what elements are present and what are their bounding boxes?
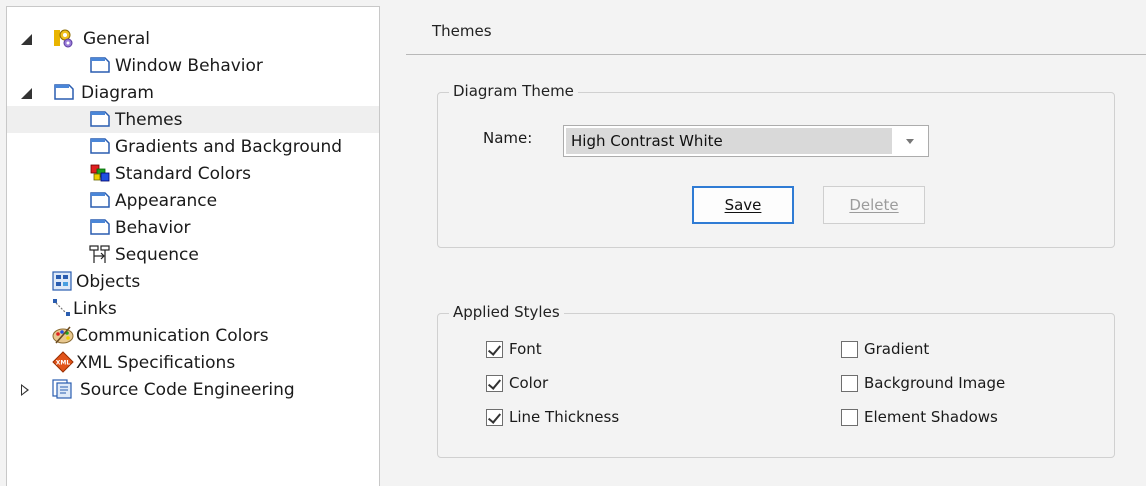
- line-thickness-checkbox-row[interactable]: Line Thickness: [486, 408, 619, 426]
- tree-item-label: Behavior: [115, 217, 191, 238]
- sequence-icon: [89, 244, 111, 263]
- tree-item-label: Source Code Engineering: [80, 379, 295, 400]
- element-shadows-checkbox[interactable]: [841, 408, 858, 426]
- line-thickness-checkbox[interactable]: [486, 408, 503, 426]
- links-icon: [52, 298, 74, 316]
- line-thickness-checkbox-label: Line Thickness: [509, 408, 620, 426]
- applied-styles-legend: Applied Styles: [449, 303, 564, 321]
- delete-button-label: Delete: [849, 196, 899, 214]
- tree-item-label: Links: [73, 298, 117, 319]
- tree-item-standard-colors[interactable]: Standard Colors: [7, 160, 379, 187]
- general-gears-icon: [52, 28, 74, 48]
- chevron-down-icon[interactable]: [906, 139, 914, 144]
- tree-item-label: Sequence: [115, 244, 199, 265]
- tree-item-label: Communication Colors: [76, 325, 269, 346]
- page-title: Themes: [432, 22, 492, 40]
- color-checkbox[interactable]: [486, 374, 503, 392]
- collapse-arrow-icon[interactable]: [21, 88, 32, 99]
- collapse-arrow-icon[interactable]: [21, 34, 32, 45]
- tree-item-label: Standard Colors: [115, 163, 251, 184]
- theme-name-selected-value: High Contrast White: [566, 128, 892, 154]
- expand-arrow-icon[interactable]: [21, 384, 29, 396]
- font-checkbox-row[interactable]: Font: [486, 340, 542, 358]
- color-squares-icon: [89, 163, 111, 182]
- tree-item-label: XML Specifications: [76, 352, 236, 373]
- page-icon: [89, 56, 111, 74]
- title-divider: [406, 54, 1146, 55]
- tree-item-source-code-engineering[interactable]: Source Code Engineering: [7, 376, 379, 403]
- page-icon: [53, 83, 75, 101]
- tree-item-communication-colors[interactable]: Communication Colors: [7, 322, 379, 349]
- theme-name-label: Name:: [483, 129, 533, 147]
- tree-item-label: General: [83, 28, 150, 49]
- tree-item-themes[interactable]: Themes: [7, 106, 379, 133]
- palette-icon: [52, 325, 74, 344]
- svg-text:XML: XML: [56, 360, 71, 367]
- color-checkbox-label: Color: [509, 374, 549, 392]
- tree-item-gradients-and-background[interactable]: Gradients and Background: [7, 133, 379, 160]
- xml-icon: XML: [52, 351, 74, 373]
- page-icon: [89, 110, 111, 128]
- tree-item-appearance[interactable]: Appearance: [7, 187, 379, 214]
- color-checkbox-row[interactable]: Color: [486, 374, 548, 392]
- background-image-checkbox-label: Background Image: [864, 374, 1006, 392]
- delete-button[interactable]: Delete: [823, 186, 925, 224]
- tree-item-objects[interactable]: Objects: [7, 268, 379, 295]
- source-code-icon: [52, 379, 74, 399]
- gradient-checkbox-row[interactable]: Gradient: [841, 340, 929, 358]
- background-image-checkbox[interactable]: [841, 374, 858, 392]
- tree-item-window-behavior[interactable]: Window Behavior: [7, 52, 379, 79]
- page-icon: [89, 191, 111, 209]
- background-image-checkbox-row[interactable]: Background Image: [841, 374, 1005, 392]
- tree-item-label: Objects: [76, 271, 141, 292]
- font-checkbox-label: Font: [509, 340, 542, 358]
- objects-icon: [52, 271, 74, 291]
- tree-item-sequence[interactable]: Sequence: [7, 241, 379, 268]
- tree-item-behavior[interactable]: Behavior: [7, 214, 379, 241]
- save-button[interactable]: Save: [692, 186, 794, 224]
- diagram-theme-group: [437, 92, 1115, 248]
- tree-item-label: Gradients and Background: [115, 136, 343, 157]
- diagram-theme-legend: Diagram Theme: [449, 82, 578, 100]
- font-checkbox[interactable]: [486, 340, 503, 358]
- element-shadows-checkbox-row[interactable]: Element Shadows: [841, 408, 998, 426]
- page-icon: [89, 137, 111, 155]
- tree-item-label: Appearance: [115, 190, 218, 211]
- tree-item-general[interactable]: General: [7, 25, 379, 52]
- gradient-checkbox[interactable]: [841, 340, 858, 358]
- save-button-label: Save: [724, 196, 762, 214]
- gradient-checkbox-label: Gradient: [864, 340, 930, 358]
- element-shadows-checkbox-label: Element Shadows: [864, 408, 998, 426]
- theme-name-dropdown[interactable]: High Contrast White: [563, 125, 929, 157]
- tree-item-diagram[interactable]: Diagram: [7, 79, 379, 106]
- tree-item-label: Diagram: [81, 82, 154, 103]
- page-icon: [89, 218, 111, 236]
- tree-item-links[interactable]: Links: [7, 295, 379, 322]
- tree-item-xml-specifications[interactable]: XML XML Specifications: [7, 349, 379, 376]
- tree-item-label: Window Behavior: [115, 55, 263, 76]
- tree-item-label: Themes: [115, 109, 183, 130]
- options-tree[interactable]: General Window Behavior Diagram Themes G…: [6, 6, 380, 486]
